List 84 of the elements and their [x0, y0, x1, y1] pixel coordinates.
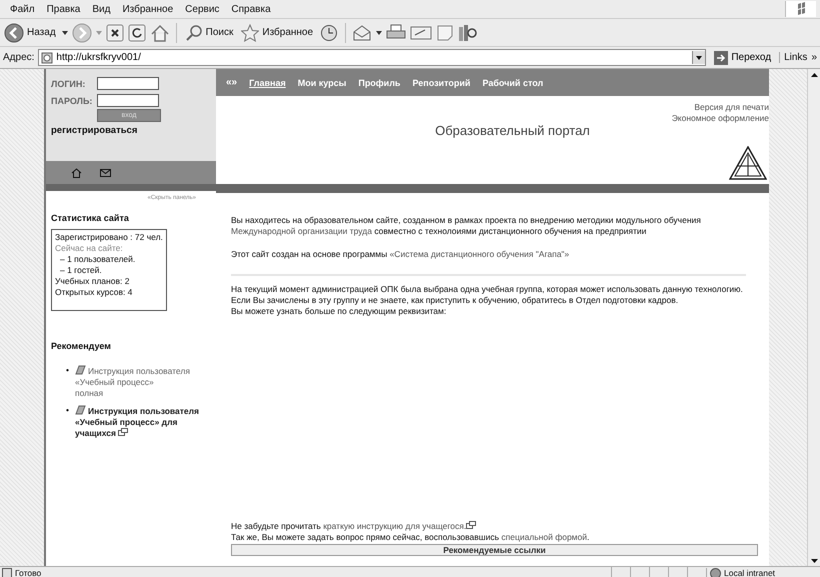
research-icon[interactable] — [458, 22, 478, 42]
triangle-logo-icon — [729, 146, 767, 180]
stats-line: – 1 пользователей. — [59, 254, 136, 265]
recommended-link[interactable]: Инструкция пользователя «Учебный процесс» для учащихся — [74, 405, 206, 439]
paragraph: Не забудьте прочитать краткую инструкцию для учащегося. — [231, 521, 759, 532]
text-link[interactable]: краткую инструкцию для учащегося — [323, 521, 464, 531]
address-field[interactable]: http://ukrsfkryv001/ — [56, 51, 690, 64]
item-note: полная — [74, 388, 104, 399]
economy-link[interactable]: Экономное оформление — [672, 113, 769, 124]
nav-tab[interactable]: Репозиторий — [412, 78, 470, 88]
stop-icon[interactable] — [106, 24, 124, 42]
menu-item[interactable]: Избранное — [116, 4, 180, 14]
dropdown-button[interactable] — [692, 51, 706, 64]
book-icon — [74, 405, 86, 415]
book-icon — [74, 365, 86, 375]
menu-item[interactable]: Справка — [225, 4, 277, 14]
page-icon — [2, 568, 12, 577]
dropdown-arrow-icon[interactable] — [62, 30, 68, 34]
mail-icon[interactable] — [352, 24, 372, 42]
text-link[interactable]: специальной формой — [501, 532, 587, 542]
dropdown-arrow-icon[interactable] — [376, 30, 382, 34]
bullet: • — [66, 405, 69, 417]
stats-line: Зарегистрировано : 72 чел. — [55, 232, 163, 243]
popup-window-icon — [466, 521, 476, 529]
recommended-link[interactable]: Инструкция пользователя «Учебный процесс» — [74, 365, 206, 388]
portal-title: Образовательный портал — [435, 123, 590, 138]
paragraph: Вы можете узнать больше по следующим реквизитам: — [231, 306, 448, 317]
menu-item[interactable]: Сервис — [179, 4, 226, 14]
caret-icon — [696, 56, 702, 60]
search-icon — [184, 24, 203, 42]
paragraph: Так же, Вы можете задать вопрос прямо сейчас, воспользовавшись специальной формой. — [231, 532, 590, 543]
address-label: Адрес: — [3, 52, 34, 63]
stats-line: Учебных планов: 2 — [55, 276, 130, 287]
stats-line: Открытых курсов: 4 — [55, 287, 134, 298]
stats-line: – 1 гостей. — [59, 265, 103, 276]
menu-item[interactable]: Файл — [4, 4, 41, 14]
menu-item[interactable]: Правка — [40, 4, 86, 14]
scroll-up-arrow-icon[interactable] — [810, 72, 818, 76]
windows-logo-icon — [785, 1, 816, 17]
star-icon — [241, 24, 260, 42]
password-label: ПАРОЛЬ: — [51, 96, 93, 106]
bullet: • — [66, 365, 69, 377]
links-button[interactable]: Links — [779, 52, 808, 63]
go-button[interactable]: Переход — [710, 50, 776, 64]
zone-text: Local intranet — [724, 568, 776, 577]
arrow-right-icon — [714, 50, 728, 64]
stats-title: Статистика сайта — [51, 213, 130, 223]
more-chevron[interactable]: » — [811, 52, 817, 63]
paragraph: На текущий момент администрацией ОПК была выбрана одна учебная группа, которая может использовать данную технологию. Если Вы зачислены в эту группу и не знаете, как приступить к обучению, обратитесь в Отдел подготовки кадров. — [231, 274, 746, 306]
login-label: ЛОГИН: — [51, 78, 86, 88]
history-icon[interactable] — [319, 24, 340, 42]
status-text: Готово — [15, 568, 42, 577]
section-header: Рекомендуемые ссылки — [231, 544, 758, 556]
page-icon — [41, 52, 54, 64]
printer-icon[interactable] — [386, 24, 406, 42]
text-link[interactable]: «Система дистанционного обучения "Агапа"» — [390, 249, 570, 259]
scrollbar[interactable] — [807, 69, 820, 566]
stats-line: Сейчас на сайте: — [55, 243, 124, 254]
menu-item[interactable]: Вид — [86, 4, 116, 14]
favorites-button[interactable]: Избранное — [239, 24, 316, 42]
nav-tab[interactable]: Главная — [249, 78, 286, 88]
nav-tab[interactable]: Профиль — [358, 78, 400, 88]
envelope-icon[interactable] — [100, 168, 111, 176]
home-icon[interactable] — [150, 24, 170, 42]
print-version-link[interactable]: Версия для печати — [694, 102, 769, 113]
collapse-button[interactable]: «» — [226, 77, 238, 88]
recommended-title: Рекомендуем — [51, 341, 112, 351]
register-link[interactable]: регистрироваться — [51, 125, 138, 136]
search-button[interactable]: Поиск — [182, 24, 236, 42]
address-bar[interactable]: http://ukrsfkryv001/ — [38, 49, 706, 66]
popup-window-icon — [118, 428, 128, 436]
nav-tab[interactable]: Мои курсы — [298, 78, 346, 88]
globe-icon — [710, 568, 721, 577]
login-field[interactable] — [97, 77, 159, 90]
edit-icon[interactable] — [410, 24, 432, 40]
scroll-down-arrow-icon[interactable] — [810, 558, 818, 562]
text-link[interactable]: Международной организации труда — [231, 226, 372, 236]
home-icon[interactable] — [71, 168, 82, 178]
paragraph: Вы находитесь на образовательном сайте, созданном в рамках проекта по внедрению методики модульного обучения Международной организации труда совместно с технолоиями дистанционного обучения на предприятии — [231, 215, 702, 237]
paragraph: Этот сайт создан на основе программы «Система дистанционного обучения "Агапа"» — [231, 249, 570, 260]
nav-tab[interactable]: Рабочий стол — [482, 78, 544, 88]
password-field[interactable] — [97, 94, 159, 107]
back-button[interactable]: Назад — [2, 22, 58, 42]
refresh-icon[interactable] — [128, 24, 146, 42]
